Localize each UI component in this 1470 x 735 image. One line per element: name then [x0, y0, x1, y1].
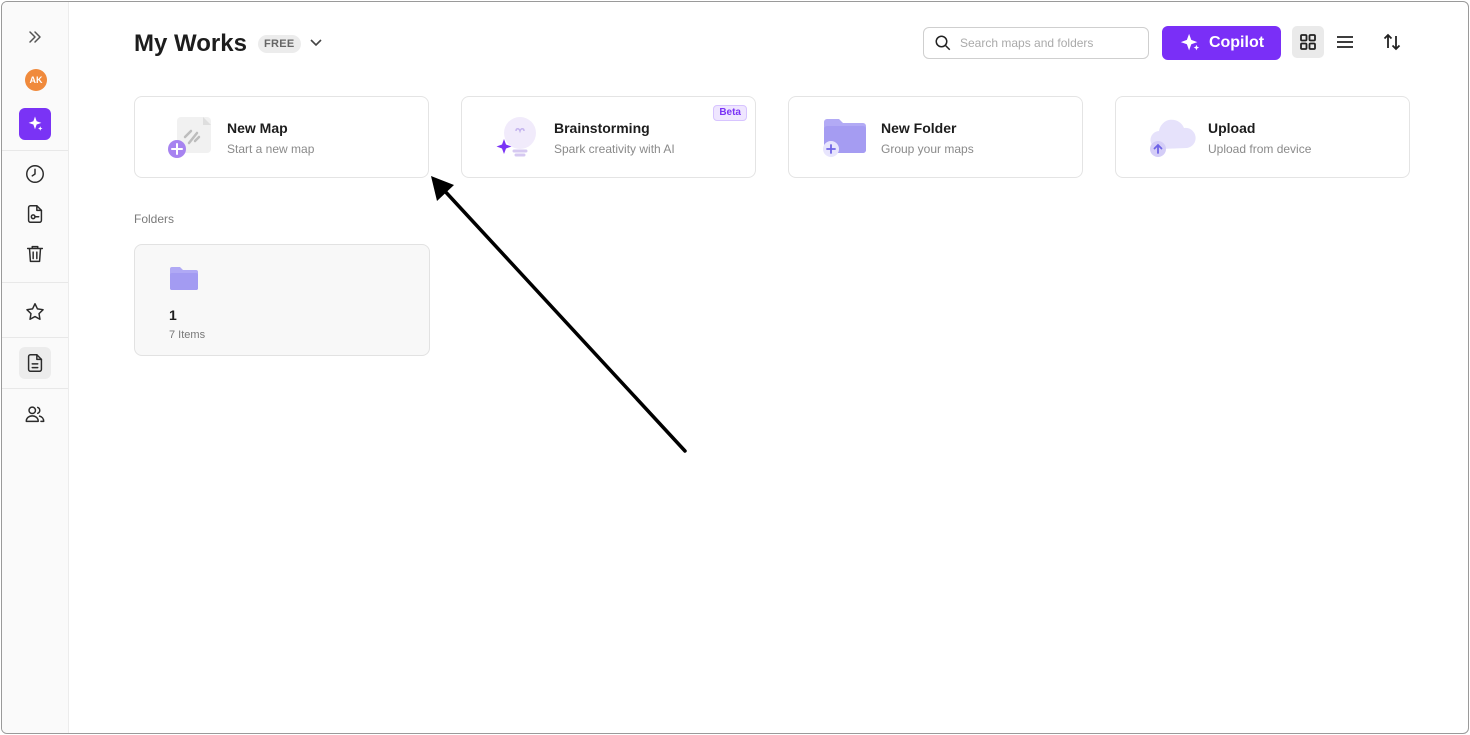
- search-box[interactable]: [923, 27, 1149, 59]
- sort-button[interactable]: [1376, 26, 1408, 58]
- sort-icon: [1383, 33, 1401, 51]
- sidebar-item-trash[interactable]: [19, 238, 51, 270]
- card-title: New Folder: [881, 120, 957, 136]
- avatar[interactable]: AK: [25, 69, 47, 91]
- search-icon: [935, 35, 951, 51]
- sidebar-divider: [2, 150, 68, 151]
- trash-icon: [26, 245, 44, 263]
- ai-button[interactable]: [19, 108, 51, 140]
- sidebar-item-team[interactable]: [19, 398, 51, 430]
- new-map-card[interactable]: New Map Start a new map: [134, 96, 429, 178]
- workspace-dropdown[interactable]: [308, 34, 324, 50]
- sidebar-item-my-works[interactable]: [19, 347, 51, 379]
- sparkle-icon: [28, 116, 43, 131]
- grid-view-button[interactable]: [1292, 26, 1324, 58]
- expand-sidebar-button[interactable]: [19, 21, 51, 53]
- document-icon: [27, 354, 43, 372]
- card-subtitle: Upload from device: [1208, 142, 1312, 156]
- cloud-upload-icon: [1150, 119, 1196, 157]
- card-title: New Map: [227, 120, 288, 136]
- shared-file-icon: [27, 205, 43, 223]
- folder-card[interactable]: 1 7 Items: [134, 244, 430, 356]
- card-subtitle: Spark creativity with AI: [554, 142, 675, 156]
- copilot-label: Copilot: [1208, 34, 1265, 51]
- beta-badge: Beta: [713, 105, 747, 121]
- folder-item-count: 7 Items: [169, 329, 206, 341]
- brainstorming-card[interactable]: Brainstorming Spark creativity with AI B…: [461, 96, 756, 178]
- app-window: AK My Works FREE Search maps and folders…: [1, 1, 1469, 734]
- new-folder-icon: [823, 119, 866, 157]
- folder-name: 1: [169, 307, 177, 323]
- sidebar-divider: [2, 282, 68, 283]
- new-map-icon: [168, 117, 211, 158]
- expand-icon: [29, 31, 41, 43]
- card-title: Brainstorming: [554, 120, 650, 136]
- card-subtitle: Group your maps: [881, 142, 974, 156]
- card-title: Upload: [1208, 120, 1256, 136]
- card-subtitle: Start a new map: [227, 142, 315, 156]
- sidebar-item-shared[interactable]: [19, 198, 51, 230]
- clock-icon: [26, 165, 44, 183]
- sidebar-divider: [2, 388, 68, 389]
- sidebar-divider: [2, 337, 68, 338]
- list-view-button[interactable]: [1329, 26, 1361, 58]
- sparkle-icon: [1180, 33, 1200, 51]
- page-title: My Works: [134, 30, 247, 57]
- grid-icon: [1300, 34, 1316, 50]
- sidebar-item-recent[interactable]: [19, 158, 51, 190]
- list-icon: [1337, 36, 1353, 48]
- sidebar: AK: [2, 2, 69, 733]
- sidebar-item-favorites[interactable]: [19, 296, 51, 328]
- plan-badge: FREE: [258, 35, 301, 53]
- copilot-button[interactable]: Copilot: [1162, 26, 1281, 60]
- search-input[interactable]: [960, 36, 1140, 50]
- upload-card[interactable]: Upload Upload from device: [1115, 96, 1410, 178]
- team-icon: [25, 406, 45, 423]
- folders-section-label: Folders: [134, 212, 175, 226]
- lightbulb-icon: [496, 117, 536, 157]
- star-icon: [26, 303, 44, 320]
- folder-icon: [170, 267, 198, 290]
- new-folder-card[interactable]: New Folder Group your maps: [788, 96, 1083, 178]
- chevron-down-icon: [310, 39, 322, 47]
